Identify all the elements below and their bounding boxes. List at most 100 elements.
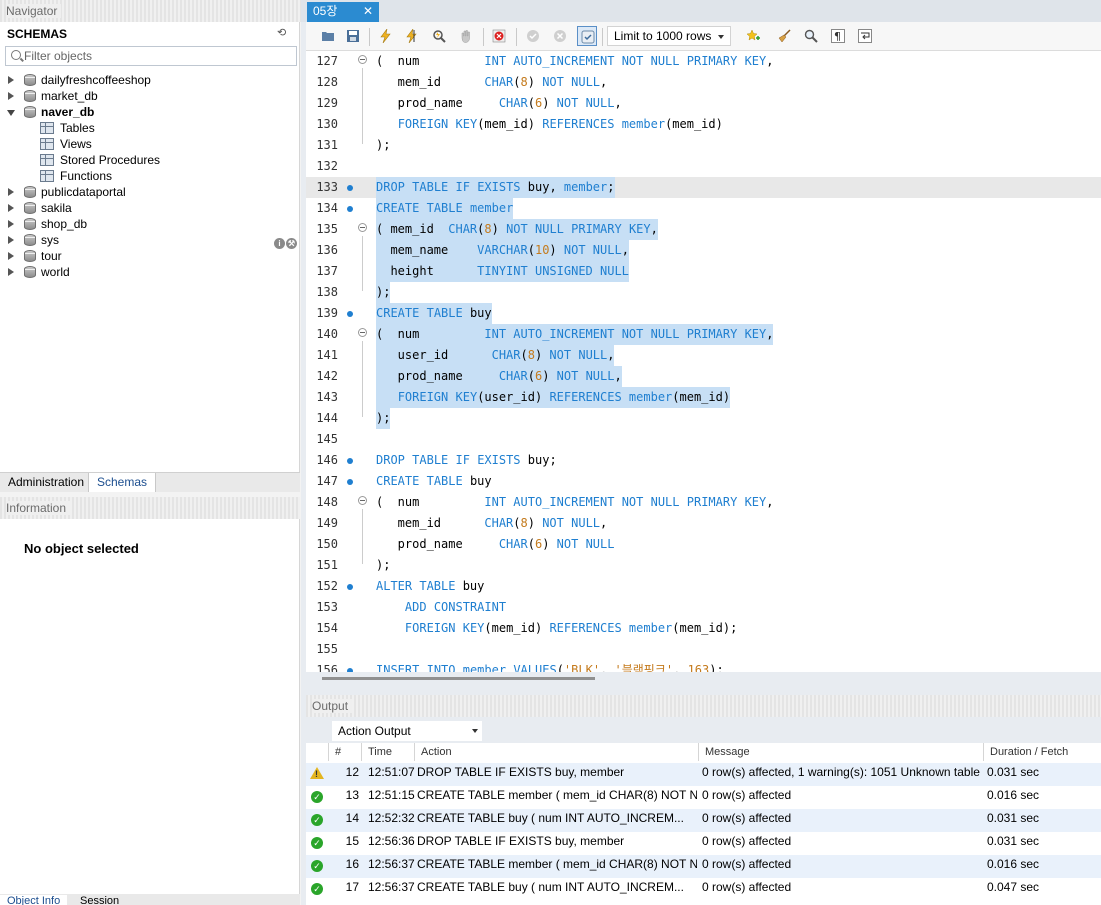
schema-child-functions[interactable]: Functions	[0, 168, 300, 184]
add-snippet-button[interactable]	[743, 26, 763, 46]
code-line[interactable]: 140 ( num INT AUTO_INCREMENT NOT NULL PRI…	[306, 324, 1101, 345]
chevron-right-icon[interactable]	[8, 204, 14, 212]
code-line[interactable]: 127 ( num INT AUTO_INCREMENT NOT NULL PRI…	[306, 51, 1101, 72]
output-row[interactable]: ✓ 14 12:52:32 CREATE TABLE buy ( num INT AU…	[306, 809, 1101, 832]
code-line[interactable]: 150 prod_name CHAR(6) NOT NULL	[306, 534, 1101, 555]
beautify-button[interactable]	[775, 26, 795, 46]
toggle-wrap-button[interactable]	[855, 26, 875, 46]
open-file-button[interactable]	[318, 26, 338, 46]
toggle-autocommit-button[interactable]	[577, 26, 597, 46]
close-icon[interactable]: ✕	[363, 2, 373, 20]
schema-child-tables[interactable]: Tables	[0, 120, 300, 136]
code-line[interactable]: 132	[306, 156, 1101, 177]
tab-administration[interactable]: Administration	[0, 473, 92, 492]
chevron-right-icon[interactable]	[8, 188, 14, 196]
output-type-select[interactable]: Action Output	[332, 721, 482, 741]
row-action: DROP TABLE IF EXISTS buy, member	[417, 765, 625, 779]
code-line[interactable]: 128 mem_id CHAR(8) NOT NULL,	[306, 72, 1101, 93]
explain-button[interactable]	[429, 26, 449, 46]
code-line[interactable]: 149 mem_id CHAR(8) NOT NULL,	[306, 513, 1101, 534]
filter-objects-field[interactable]	[5, 46, 297, 66]
chevron-right-icon[interactable]	[8, 252, 14, 260]
output-row[interactable]: ✓ 15 12:56:36 DROP TABLE IF EXISTS buy, mem…	[306, 832, 1101, 855]
code-line[interactable]: 143 FOREIGN KEY(user_id) REFERENCES memb…	[306, 387, 1101, 408]
column-time[interactable]: Time	[362, 743, 415, 761]
schema-tour[interactable]: tour	[0, 248, 300, 264]
execute-current-button[interactable]	[402, 26, 422, 46]
rollback-button[interactable]	[550, 26, 570, 46]
tab-schemas[interactable]: Schemas	[88, 473, 157, 492]
limit-rows-select[interactable]: Limit to 1000 rows	[607, 26, 731, 46]
fold-toggle-icon[interactable]	[358, 328, 367, 337]
fold-toggle-icon[interactable]	[358, 496, 367, 505]
toggle-stop-on-error-button[interactable]	[489, 26, 509, 46]
stop-button[interactable]	[456, 26, 476, 46]
schema-dailyfreshcoffeeshop[interactable]: dailyfreshcoffeeshop	[0, 72, 300, 88]
chevron-right-icon[interactable]	[8, 268, 14, 276]
sql-editor[interactable]: 127 ( num INT AUTO_INCREMENT NOT NULL PRI…	[306, 51, 1101, 672]
code-line[interactable]: 153 ADD CONSTRAINT	[306, 597, 1101, 618]
svg-text:¶: ¶	[834, 30, 841, 43]
toggle-invisible-chars-button[interactable]: ¶	[828, 26, 848, 46]
chevron-right-icon[interactable]	[8, 220, 14, 228]
output-row[interactable]: ✓ 17 12:56:37 CREATE TABLE buy ( num INT AU…	[306, 878, 1101, 901]
code-line[interactable]: 155	[306, 639, 1101, 660]
execute-button[interactable]	[376, 26, 396, 46]
chevron-down-icon	[472, 729, 478, 733]
code-line[interactable]: 129 prod_name CHAR(6) NOT NULL,	[306, 93, 1101, 114]
schema-market-db[interactable]: market_db	[0, 88, 300, 104]
code-line[interactable]: 151);	[306, 555, 1101, 576]
tab-session[interactable]: Session	[73, 895, 126, 905]
column-number[interactable]: #	[329, 743, 362, 761]
column-action[interactable]: Action	[415, 743, 699, 761]
code-line[interactable]: 135 ( mem_id CHAR(8) NOT NULL PRIMARY KEY…	[306, 219, 1101, 240]
chevron-down-icon[interactable]	[7, 110, 15, 116]
chevron-right-icon[interactable]	[8, 92, 14, 100]
code-line[interactable]: 138);	[306, 282, 1101, 303]
schema-shop-db[interactable]: shop_db	[0, 216, 300, 232]
code-line[interactable]: 130 FOREIGN KEY(mem_id) REFERENCES membe…	[306, 114, 1101, 135]
code-line[interactable]: 137 height TINYINT UNSIGNED NULL	[306, 261, 1101, 282]
code-line[interactable]: 154 FOREIGN KEY(mem_id) REFERENCES membe…	[306, 618, 1101, 639]
schema-naver-db[interactable]: naver_db	[0, 104, 300, 120]
code-line[interactable]: 148 ( num INT AUTO_INCREMENT NOT NULL PRI…	[306, 492, 1101, 513]
schema-sys[interactable]: sys i ⚒	[0, 232, 300, 249]
schema-child-stored-procedures[interactable]: Stored Procedures	[0, 152, 300, 168]
column-duration[interactable]: Duration / Fetch	[984, 743, 1101, 761]
output-row[interactable]: ✓ 13 12:51:15 CREATE TABLE member ( mem_id …	[306, 786, 1101, 809]
code-line[interactable]: 136 mem_name VARCHAR(10) NOT NULL,	[306, 240, 1101, 261]
code-line[interactable]: 145	[306, 429, 1101, 450]
find-button[interactable]	[801, 26, 821, 46]
broom-icon	[778, 29, 791, 43]
commit-button[interactable]	[523, 26, 543, 46]
column-message[interactable]: Message	[699, 743, 984, 761]
code-line[interactable]: 144);	[306, 408, 1101, 429]
fold-toggle-icon[interactable]	[358, 55, 367, 64]
horizontal-scrollbar[interactable]	[322, 677, 595, 680]
schema-publicdataportal[interactable]: publicdataportal	[0, 184, 300, 200]
code-line[interactable]: 152 ALTER TABLE buy	[306, 576, 1101, 597]
save-button[interactable]	[343, 26, 363, 46]
tab-05jang[interactable]: 05장 ✕	[307, 2, 379, 22]
chevron-right-icon[interactable]	[8, 76, 14, 84]
schema-sakila[interactable]: sakila	[0, 200, 300, 216]
code-line[interactable]: 133 DROP TABLE IF EXISTS buy, member;	[306, 177, 1101, 198]
code-line[interactable]: 134 CREATE TABLE member	[306, 198, 1101, 219]
code-line[interactable]: 142 prod_name CHAR(6) NOT NULL,	[306, 366, 1101, 387]
code-line[interactable]: 139 CREATE TABLE buy	[306, 303, 1101, 324]
output-row[interactable]: ✓ 16 12:56:37 CREATE TABLE member ( mem_id …	[306, 855, 1101, 878]
chevron-right-icon[interactable]	[8, 236, 14, 244]
code-line[interactable]: 147 CREATE TABLE buy	[306, 471, 1101, 492]
tab-object-info[interactable]: Object Info	[0, 895, 68, 905]
fold-toggle-icon[interactable]	[358, 223, 367, 232]
code-line[interactable]: 156 INSERT INTO member VALUES('BLK', '블랙핑…	[306, 660, 1101, 672]
code-line[interactable]: 141 user_id CHAR(8) NOT NULL,	[306, 345, 1101, 366]
output-row[interactable]: 12 12:51:07DROP TABLE IF EXISTS buy, memb…	[306, 763, 1101, 786]
filter-objects-input[interactable]	[24, 49, 292, 63]
refresh-icon[interactable]: ⟲	[277, 27, 289, 39]
line-number: 140	[316, 327, 338, 341]
code-line[interactable]: 146 DROP TABLE IF EXISTS buy;	[306, 450, 1101, 471]
schema-world[interactable]: world	[0, 264, 300, 280]
code-line[interactable]: 131);	[306, 135, 1101, 156]
schema-child-views[interactable]: Views	[0, 136, 300, 152]
